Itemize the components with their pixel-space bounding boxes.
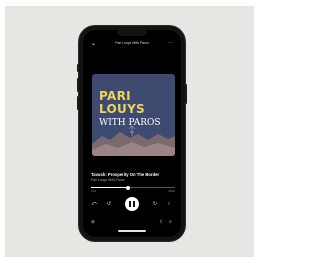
forward-15-icon[interactable]: ↻ <box>151 201 159 207</box>
cover-title-line-1: PARI <box>99 89 131 103</box>
volume-up-button <box>77 78 79 92</box>
notch <box>117 30 147 36</box>
volume-down-button <box>77 96 79 110</box>
moon-icon[interactable]: ☾ <box>166 201 174 207</box>
home-indicator <box>118 230 146 232</box>
podcast-title: Pari Louys With Paros <box>115 41 149 45</box>
episode-artist[interactable]: Pari Louys With Paros <box>91 178 177 183</box>
pause-button[interactable] <box>125 197 139 211</box>
progress-fill <box>91 187 128 188</box>
cover-title-line-2: LOUYS <box>99 102 145 116</box>
power-button <box>185 84 187 104</box>
progress-knob[interactable] <box>125 185 130 190</box>
podcast-cover-art: PARI LOUYS WITH PAROS <box>92 74 175 156</box>
chevron-down-icon[interactable]: ⌄ <box>91 40 96 48</box>
phone-mockup: ⌄ Pari Louys With Paros ··· PARI LOUYS W… <box>77 26 187 241</box>
rewind-15-icon[interactable]: ↺ <box>105 201 113 207</box>
more-dots-icon[interactable]: ··· <box>168 39 174 47</box>
playback-speed-icon[interactable]: ⤺ <box>90 201 98 207</box>
pause-icon <box>129 201 131 207</box>
mute-switch <box>77 64 79 72</box>
connect-device-icon[interactable]: ⊚ <box>91 219 95 225</box>
bottom-bar: ⊚ ⇪ ≡ <box>83 219 181 227</box>
queue-icon[interactable]: ≡ <box>169 219 172 225</box>
now-playing-header: ⌄ Pari Louys With Paros ··· <box>83 40 181 50</box>
remaining-time: -15:16 <box>167 190 175 193</box>
phone-screen: ⌄ Pari Louys With Paros ··· PARI LOUYS W… <box>83 30 181 237</box>
cover-title-line-3: WITH PAROS <box>99 118 161 128</box>
playback-controls: ⤺ ↺ ↻ ☾ <box>83 196 181 212</box>
pause-icon-bar <box>133 201 135 207</box>
elapsed-time: 0:21 <box>91 190 97 193</box>
share-icon[interactable]: ⇪ <box>159 219 163 225</box>
progress-bar[interactable] <box>91 185 175 190</box>
